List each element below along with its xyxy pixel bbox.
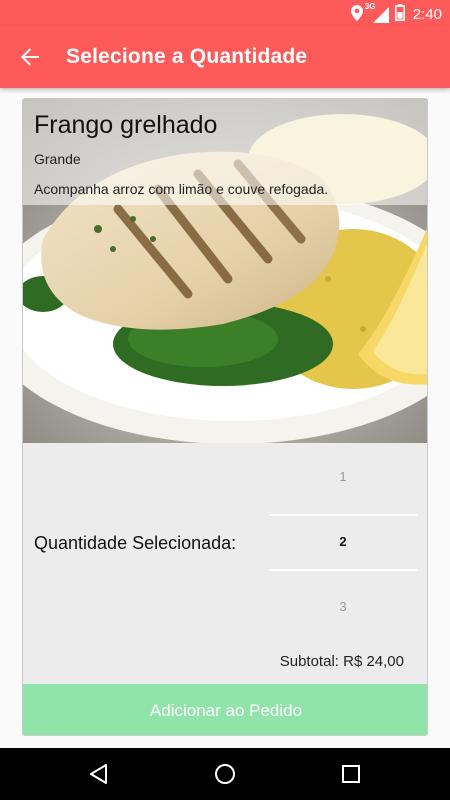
home-circle-icon — [215, 764, 235, 784]
recents-square-icon — [342, 765, 360, 783]
dish-card: Frango grelhado Grande Acompanha arroz c… — [22, 98, 428, 736]
quantity-option-3[interactable]: 3 — [269, 587, 417, 627]
dish-image: Frango grelhado Grande Acompanha arroz c… — [23, 99, 427, 443]
back-button[interactable] — [16, 43, 44, 71]
picker-divider-top — [269, 514, 417, 516]
quantity-option-1[interactable]: 1 — [269, 457, 417, 497]
page-title: Selecione a Quantidade — [66, 45, 308, 68]
nav-home-button[interactable] — [212, 761, 238, 787]
content-area: Frango grelhado Grande Acompanha arroz c… — [0, 88, 450, 748]
arrow-left-icon — [21, 48, 39, 66]
nav-back-button[interactable] — [86, 761, 112, 787]
app-bar: Selecione a Quantidade — [0, 26, 450, 88]
back-triangle-icon — [90, 764, 107, 784]
subtotal-text: Subtotal: R$ 24,00 — [279, 653, 404, 670]
navigation-bar — [0, 748, 450, 800]
quantity-label: Quantidade Selecionada: — [34, 533, 237, 553]
quantity-picker[interactable]: 1 2 3 — [269, 443, 417, 663]
status-icons: 3G 2:40 — [350, 2, 442, 25]
add-to-order-button[interactable]: Adicionar ao Pedido — [23, 684, 427, 735]
network-label: 3G — [364, 1, 376, 11]
status-time: 2:40 — [412, 6, 442, 23]
dish-name: Frango grelhado — [34, 111, 218, 139]
location-icon — [350, 4, 363, 25]
status-bar: 3G 2:40 — [0, 0, 450, 26]
signal-icon: 3G — [365, 2, 389, 23]
battery-icon — [394, 4, 405, 25]
dish-size: Grande — [34, 151, 81, 167]
nav-recents-button[interactable] — [338, 761, 364, 787]
quantity-option-selected[interactable]: 2 — [269, 522, 417, 562]
dish-description: Acompanha arroz com limão e couve refoga… — [34, 181, 329, 197]
picker-divider-bottom — [269, 569, 417, 571]
